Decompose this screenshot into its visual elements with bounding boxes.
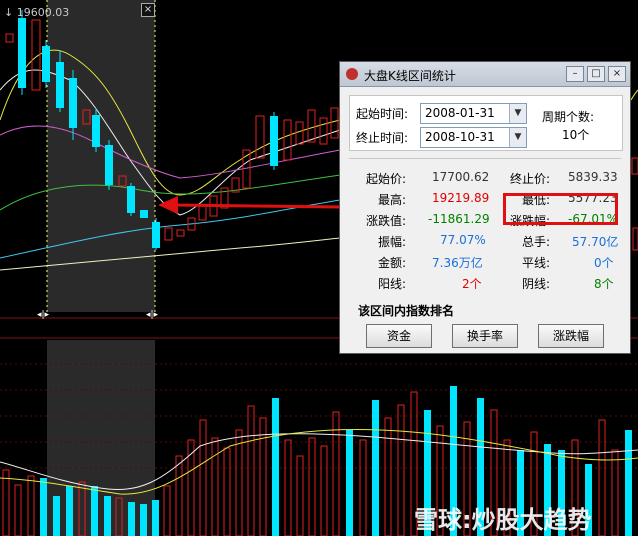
ma-line-right-yellow: [630, 89, 638, 101]
watermark: 雪球:炒股大趋势: [414, 506, 592, 534]
change-value: -11861.29: [428, 212, 490, 226]
flat-candles-label: 平线:: [522, 256, 551, 270]
open-price-value: 17700.62: [432, 170, 490, 184]
high-value: 19219.89: [432, 191, 490, 205]
candle: [92, 115, 100, 147]
candle: [127, 186, 135, 213]
start-date-select[interactable]: 2008-01-31 ▼: [420, 103, 527, 124]
rank-by-capital-button[interactable]: 资金: [366, 324, 432, 348]
selection-close-button[interactable]: ×: [141, 3, 155, 17]
amplitude-label: 振幅:: [378, 235, 407, 249]
annotation-arrowhead: [158, 196, 178, 214]
chevron-down-icon[interactable]: ▼: [509, 128, 526, 147]
candle: [42, 46, 50, 82]
amount-value: 7.36万亿: [432, 256, 483, 270]
period-count-label: 周期个数:: [542, 110, 595, 124]
dialog-titlebar[interactable]: 大盘K线区间统计 – □ ×: [340, 62, 630, 87]
date-range-panel: 起始时间: 2008-01-31 ▼ 终止时间: 2008-10-31 ▼ 周期…: [349, 95, 623, 151]
rank-by-turnover-button[interactable]: 换手率: [452, 324, 518, 348]
candle: [105, 145, 113, 185]
candle: [631, 157, 638, 175]
divider: [349, 158, 621, 159]
flat-candles-value: 0个: [594, 256, 614, 270]
candle: [69, 78, 77, 128]
candle: [56, 62, 64, 108]
rank-section-title: 该区间内指数排名: [358, 304, 455, 318]
open-price-label: 起始价:: [366, 172, 407, 186]
axis-top-label: ↓ 19600.03: [4, 6, 70, 19]
candle: [307, 109, 316, 143]
selected-range-bottom: [47, 340, 155, 536]
end-date-select[interactable]: 2008-10-31 ▼: [420, 127, 527, 148]
candle: [319, 117, 328, 145]
candle: [632, 227, 638, 251]
candle: [5, 33, 14, 43]
range-end-handle[interactable]: ◂|▸: [146, 310, 159, 320]
candle: [152, 222, 160, 248]
candle: [18, 18, 26, 88]
high-label: 最高:: [378, 193, 407, 207]
candle: [140, 210, 148, 218]
candle: [255, 115, 265, 159]
start-date-value: 2008-01-31: [425, 106, 495, 120]
candle: [198, 205, 207, 221]
candle: [295, 121, 304, 145]
minimize-button[interactable]: –: [566, 66, 584, 82]
up-candles-value: 2个: [462, 277, 482, 291]
selected-range-top: [47, 0, 155, 312]
close-button[interactable]: ×: [608, 66, 626, 82]
volume-value: 57.70亿: [572, 235, 619, 249]
candle: [176, 229, 185, 237]
change-label: 涨跌值:: [366, 214, 407, 228]
volume-label: 总手:: [522, 235, 551, 249]
rank-by-change-button[interactable]: 涨跌幅: [538, 324, 604, 348]
app-logo-icon: [346, 68, 358, 80]
maximize-button[interactable]: □: [587, 66, 605, 82]
candle: [270, 116, 278, 166]
end-date-value: 2008-10-31: [425, 130, 495, 144]
highlight-box: [503, 193, 618, 225]
range-start-handle[interactable]: ◂|▸: [37, 310, 50, 320]
down-candles-value: 8个: [594, 277, 614, 291]
start-time-label: 起始时间:: [356, 107, 409, 121]
amount-label: 金额:: [378, 256, 407, 270]
amplitude-value: 77.07%: [440, 233, 486, 247]
chevron-down-icon[interactable]: ▼: [509, 104, 526, 123]
close-price-label: 终止价:: [510, 172, 551, 186]
down-candles-label: 阴线:: [522, 277, 551, 291]
up-candles-label: 阳线:: [378, 277, 407, 291]
end-time-label: 终止时间:: [356, 131, 409, 145]
candle: [330, 107, 339, 139]
period-count-value: 10个: [562, 128, 590, 142]
candle: [164, 227, 173, 241]
close-price-value: 5839.33: [568, 170, 618, 184]
candle: [283, 119, 292, 161]
dialog-title: 大盘K线区间统计: [364, 69, 456, 83]
